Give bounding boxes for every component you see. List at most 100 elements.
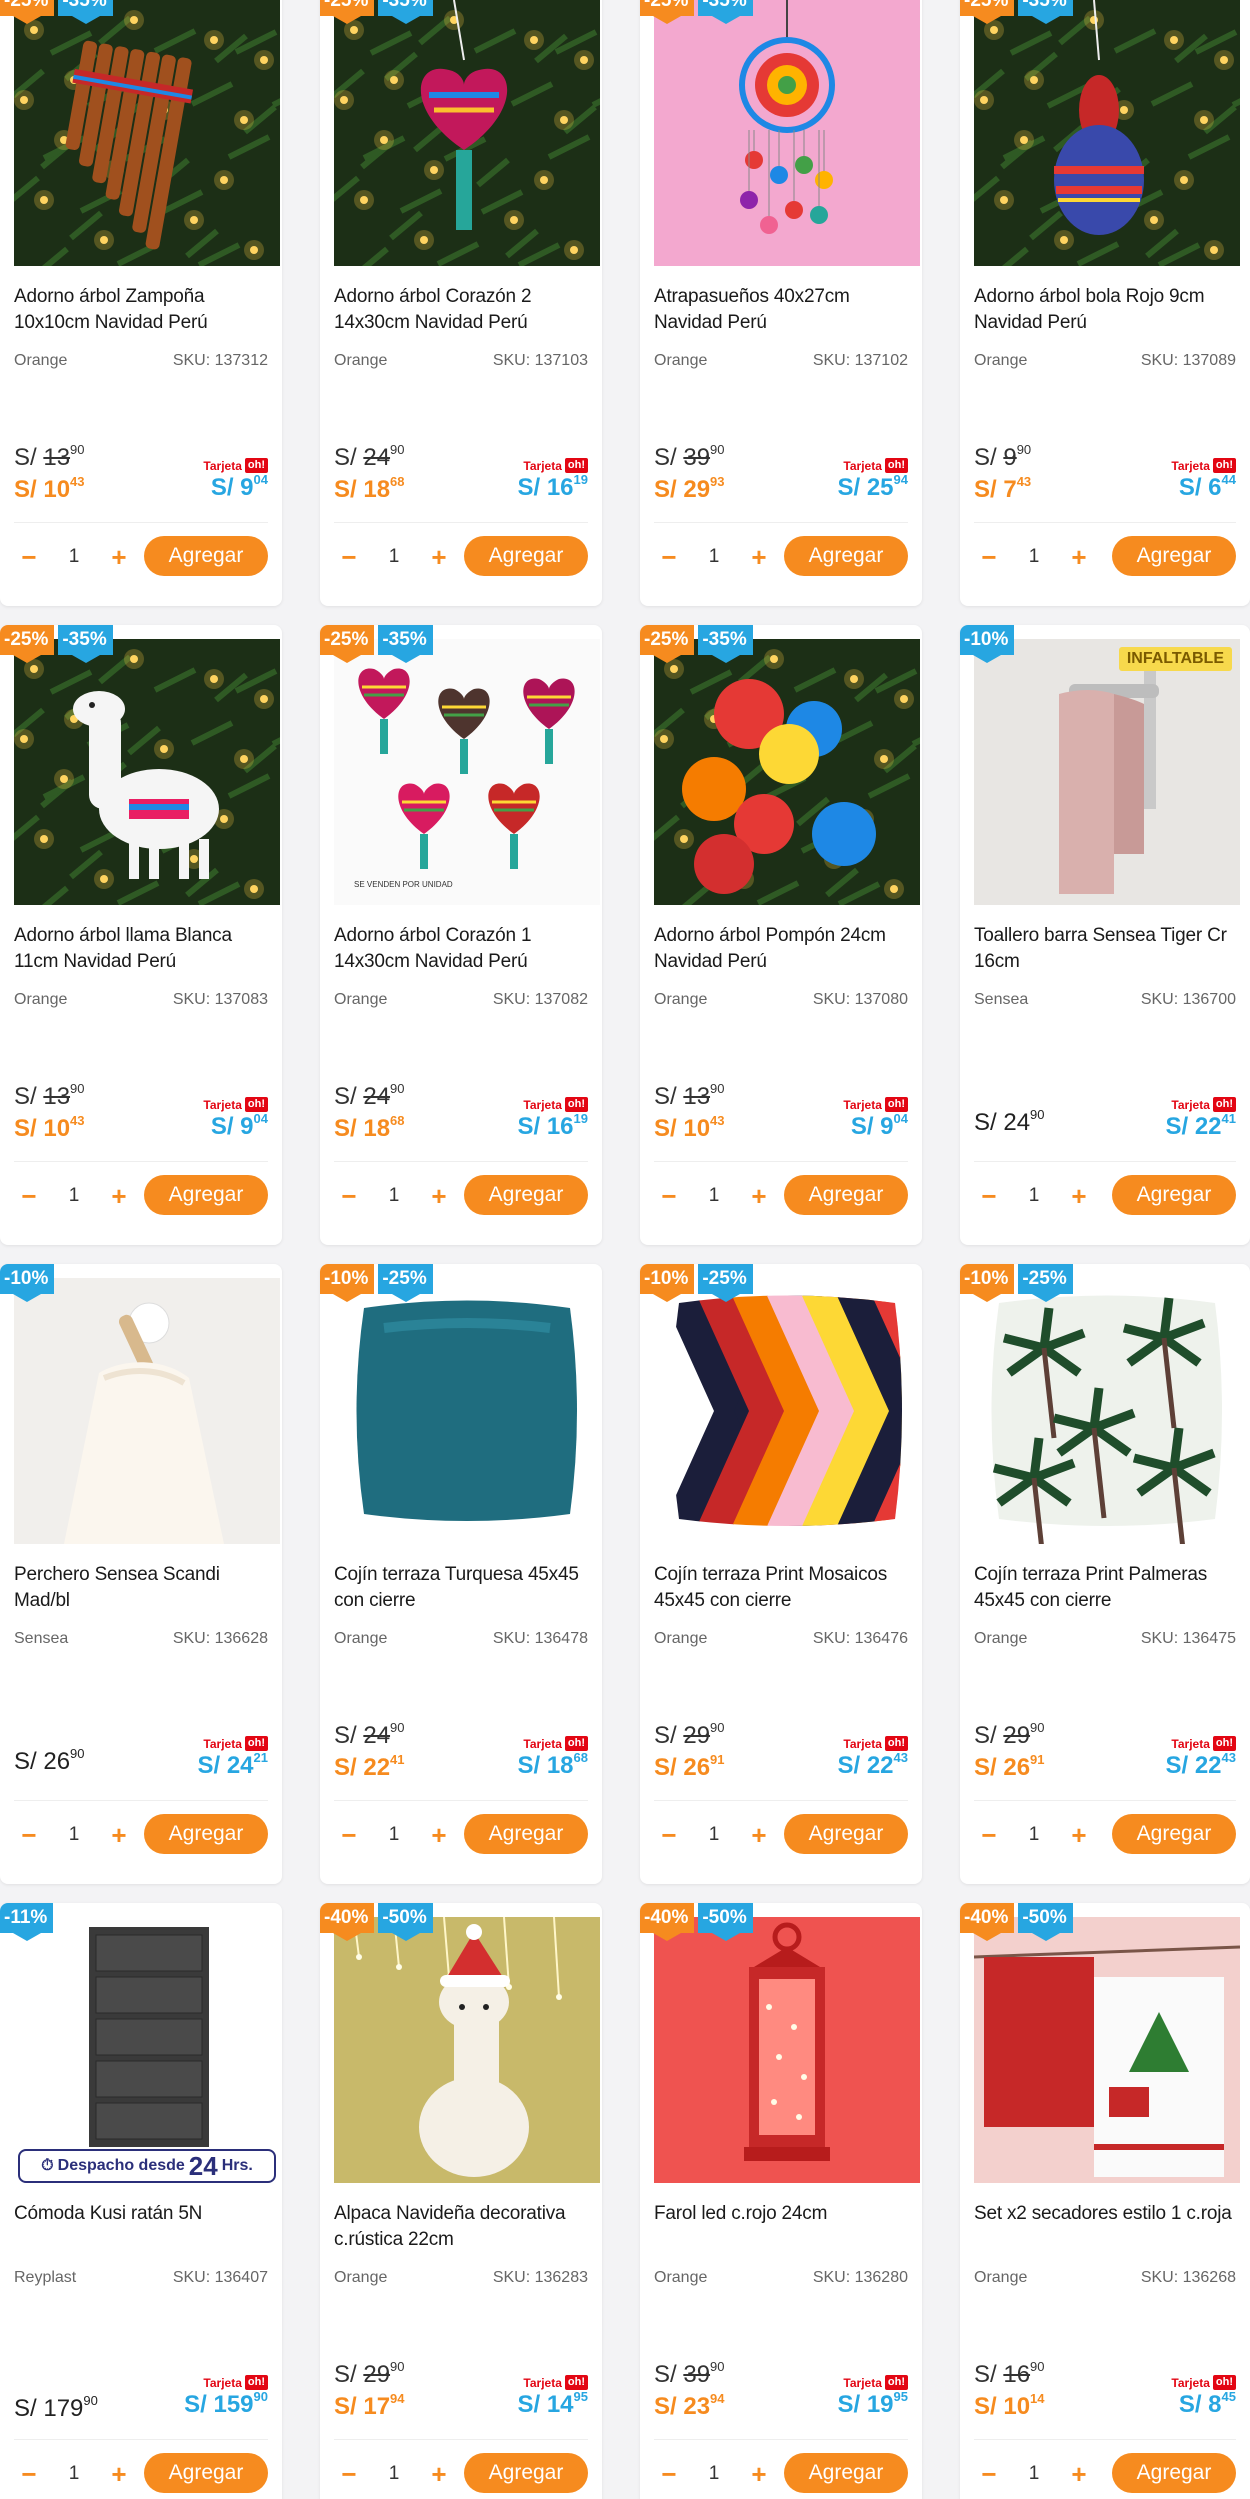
- add-to-cart-button[interactable]: Agregar: [144, 2453, 268, 2493]
- product-name[interactable]: Cojín terraza Print Palmeras 45x45 con c…: [974, 1562, 1236, 1614]
- product-image[interactable]: [334, 0, 600, 266]
- product-card[interactable]: -10% -25% Cojín terraza Turquesa 45x45 con…: [320, 1264, 602, 1884]
- product-name[interactable]: Perchero Sensea Scandi Mad/bl: [14, 1562, 276, 1614]
- product-image[interactable]: ⏱ Despacho desde 24 Hrs.: [14, 1917, 280, 2183]
- product-name[interactable]: Cojín terraza Turquesa 45x45 con cierre: [334, 1562, 596, 1614]
- product-image[interactable]: [334, 1917, 600, 2183]
- decrease-quantity-button[interactable]: −: [334, 1181, 364, 1211]
- product-card[interactable]: ⏱ Despacho desde 24 Hrs. -11% Cómoda Kusi rat…: [0, 1903, 282, 2499]
- quantity-value[interactable]: 1: [1004, 1824, 1064, 1846]
- product-name[interactable]: Adorno árbol bola Rojo 9cm Navidad Perú: [974, 284, 1236, 336]
- product-image[interactable]: [14, 639, 280, 905]
- decrease-quantity-button[interactable]: −: [14, 1820, 44, 1850]
- quantity-value[interactable]: 1: [364, 1824, 424, 1846]
- increase-quantity-button[interactable]: +: [744, 1820, 774, 1850]
- increase-quantity-button[interactable]: +: [1064, 542, 1094, 572]
- quantity-value[interactable]: 1: [684, 1824, 744, 1846]
- increase-quantity-button[interactable]: +: [104, 2459, 134, 2489]
- increase-quantity-button[interactable]: +: [104, 542, 134, 572]
- add-to-cart-button[interactable]: Agregar: [1112, 1814, 1236, 1854]
- product-name[interactable]: Atrapasueños 40x27cm Navidad Perú: [654, 284, 916, 336]
- add-to-cart-button[interactable]: Agregar: [1112, 1175, 1236, 1215]
- product-name[interactable]: Adorno árbol Corazón 2 14x30cm Navidad P…: [334, 284, 596, 336]
- product-name[interactable]: Farol led c.rojo 24cm: [654, 2201, 916, 2227]
- increase-quantity-button[interactable]: +: [424, 2459, 454, 2489]
- increase-quantity-button[interactable]: +: [104, 1181, 134, 1211]
- add-to-cart-button[interactable]: Agregar: [464, 2453, 588, 2493]
- decrease-quantity-button[interactable]: −: [334, 542, 364, 572]
- add-to-cart-button[interactable]: Agregar: [144, 1175, 268, 1215]
- product-card[interactable]: INFALTABLE -10% Toallero barra Sensea Tige…: [960, 625, 1250, 1245]
- product-card[interactable]: -25% -35% Adorno árbol Zampoña 10x10cm Nav…: [0, 0, 282, 606]
- product-image[interactable]: [14, 1278, 280, 1544]
- decrease-quantity-button[interactable]: −: [974, 542, 1004, 572]
- add-to-cart-button[interactable]: Agregar: [784, 536, 908, 576]
- quantity-value[interactable]: 1: [684, 2463, 744, 2485]
- increase-quantity-button[interactable]: +: [1064, 1820, 1094, 1850]
- quantity-value[interactable]: 1: [684, 1185, 744, 1207]
- add-to-cart-button[interactable]: Agregar: [144, 536, 268, 576]
- quantity-value[interactable]: 1: [1004, 2463, 1064, 2485]
- quantity-value[interactable]: 1: [364, 1185, 424, 1207]
- quantity-value[interactable]: 1: [364, 2463, 424, 2485]
- increase-quantity-button[interactable]: +: [104, 1820, 134, 1850]
- product-image[interactable]: SE VENDEN POR UNIDAD: [334, 639, 600, 905]
- quantity-value[interactable]: 1: [44, 2463, 104, 2485]
- product-image[interactable]: [974, 1917, 1240, 2183]
- decrease-quantity-button[interactable]: −: [334, 2459, 364, 2489]
- product-name[interactable]: Set x2 secadores estilo 1 c.roja: [974, 2201, 1236, 2227]
- add-to-cart-button[interactable]: Agregar: [784, 1814, 908, 1854]
- increase-quantity-button[interactable]: +: [424, 1181, 454, 1211]
- add-to-cart-button[interactable]: Agregar: [1112, 536, 1236, 576]
- product-name[interactable]: Adorno árbol Zampoña 10x10cm Navidad Per…: [14, 284, 276, 336]
- product-name[interactable]: Adorno árbol Pompón 24cm Navidad Perú: [654, 923, 916, 975]
- add-to-cart-button[interactable]: Agregar: [784, 2453, 908, 2493]
- quantity-value[interactable]: 1: [1004, 1185, 1064, 1207]
- decrease-quantity-button[interactable]: −: [654, 1181, 684, 1211]
- quantity-value[interactable]: 1: [1004, 546, 1064, 568]
- decrease-quantity-button[interactable]: −: [14, 2459, 44, 2489]
- product-card[interactable]: -25% -35% Atrapasueños 40x27cm Navidad Per…: [640, 0, 922, 606]
- quantity-value[interactable]: 1: [44, 1824, 104, 1846]
- product-card[interactable]: -25% -35% Adorno árbol bola Rojo 9cm Navid…: [960, 0, 1250, 606]
- product-image[interactable]: [654, 639, 920, 905]
- add-to-cart-button[interactable]: Agregar: [1112, 2453, 1236, 2493]
- increase-quantity-button[interactable]: +: [1064, 1181, 1094, 1211]
- increase-quantity-button[interactable]: +: [744, 542, 774, 572]
- decrease-quantity-button[interactable]: −: [654, 542, 684, 572]
- decrease-quantity-button[interactable]: −: [654, 1820, 684, 1850]
- add-to-cart-button[interactable]: Agregar: [464, 536, 588, 576]
- increase-quantity-button[interactable]: +: [744, 1181, 774, 1211]
- increase-quantity-button[interactable]: +: [744, 2459, 774, 2489]
- decrease-quantity-button[interactable]: −: [974, 1820, 1004, 1850]
- quantity-value[interactable]: 1: [684, 546, 744, 568]
- product-card[interactable]: -40% -50% Alpaca Navideña decorativa c.rús…: [320, 1903, 602, 2499]
- product-card[interactable]: -25% -35% Adorno árbol Corazón 2 14x30cm N…: [320, 0, 602, 606]
- quantity-value[interactable]: 1: [44, 1185, 104, 1207]
- quantity-value[interactable]: 1: [364, 546, 424, 568]
- product-card[interactable]: -40% -50% Farol led c.rojo 24cm Orange SKU: …: [640, 1903, 922, 2499]
- product-image[interactable]: [974, 1278, 1240, 1544]
- quantity-value[interactable]: 1: [44, 546, 104, 568]
- product-image[interactable]: [654, 0, 920, 266]
- product-card[interactable]: -10% -25% Cojín terraza Print Palmeras 45x…: [960, 1264, 1250, 1884]
- increase-quantity-button[interactable]: +: [1064, 2459, 1094, 2489]
- add-to-cart-button[interactable]: Agregar: [464, 1814, 588, 1854]
- product-card[interactable]: SE VENDEN POR UNIDAD -25% -35% Adorno árbol…: [320, 625, 602, 1245]
- product-image[interactable]: [334, 1278, 600, 1544]
- product-image[interactable]: [654, 1278, 920, 1544]
- product-name[interactable]: Adorno árbol Corazón 1 14x30cm Navidad P…: [334, 923, 596, 975]
- product-card[interactable]: -25% -35% Adorno árbol llama Blanca 11cm N…: [0, 625, 282, 1245]
- product-card[interactable]: -40% -50% Set x2 secadores estilo 1 c.roja…: [960, 1903, 1250, 2499]
- increase-quantity-button[interactable]: +: [424, 1820, 454, 1850]
- product-name[interactable]: Cómoda Kusi ratán 5N: [14, 2201, 276, 2227]
- decrease-quantity-button[interactable]: −: [654, 2459, 684, 2489]
- product-name[interactable]: Adorno árbol llama Blanca 11cm Navidad P…: [14, 923, 276, 975]
- product-card[interactable]: -10% Perchero Sensea Scandi Mad/bl Sensea S…: [0, 1264, 282, 1884]
- product-image[interactable]: [974, 0, 1240, 266]
- decrease-quantity-button[interactable]: −: [14, 1181, 44, 1211]
- product-name[interactable]: Alpaca Navideña decorativa c.rústica 22c…: [334, 2201, 596, 2253]
- add-to-cart-button[interactable]: Agregar: [784, 1175, 908, 1215]
- decrease-quantity-button[interactable]: −: [334, 1820, 364, 1850]
- decrease-quantity-button[interactable]: −: [974, 1181, 1004, 1211]
